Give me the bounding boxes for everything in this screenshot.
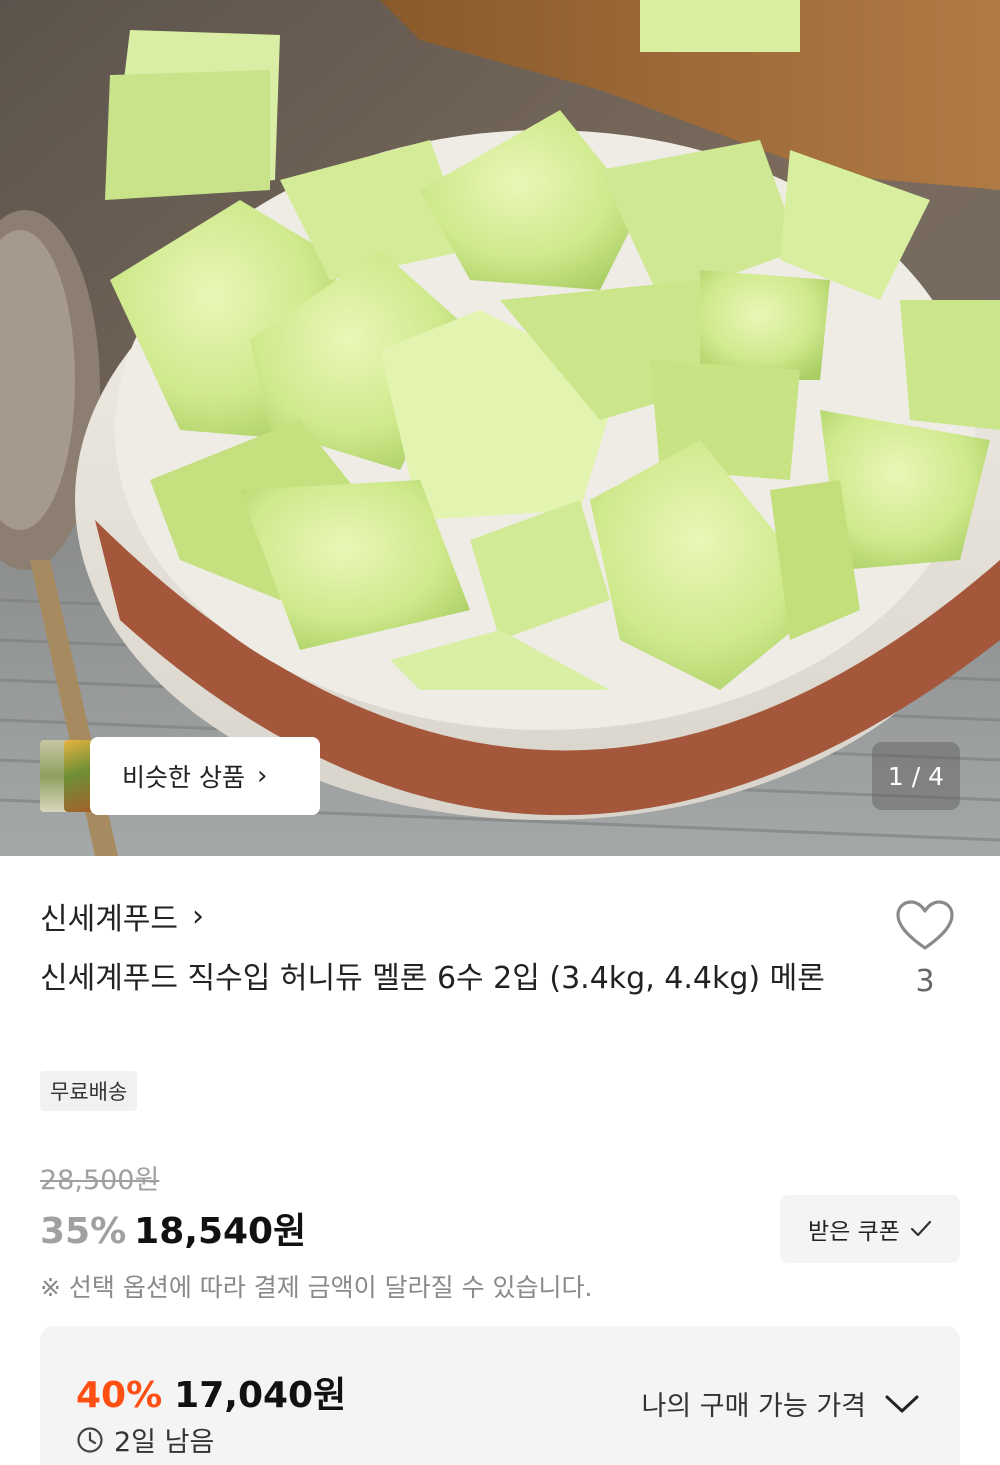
original-price: 28,500원 (40, 1165, 160, 1196)
my-discount-rate: 40% (76, 1375, 163, 1416)
sale-price-row: 35% 18,540원 (40, 1202, 306, 1254)
check-icon (910, 1220, 932, 1237)
remaining-time: 2일 남음 (76, 1420, 214, 1459)
like-count: 3 (915, 964, 935, 999)
my-price-toggle[interactable]: 나의 구매 가능 가격 (642, 1384, 920, 1423)
coupon-label: 받은 쿠폰 (808, 1219, 900, 1245)
product-photo (0, 0, 1000, 856)
seller-name: 신세계푸드 (40, 902, 178, 937)
my-price-row: 40% 17,040원 (76, 1366, 346, 1418)
like-button[interactable]: 3 (894, 900, 956, 999)
chevron-right-icon: › (192, 898, 204, 934)
my-price-panel[interactable]: 40% 17,040원 2일 남음 나의 구매 가능 가격 (40, 1326, 960, 1465)
my-price-toggle-label: 나의 구매 가능 가격 (641, 1391, 866, 1422)
remaining-label: 2일 남음 (114, 1427, 215, 1458)
similar-products-button[interactable]: 비슷한 상품 › (40, 737, 320, 815)
seller-link[interactable]: 신세계푸드 › (40, 894, 204, 938)
similar-products-label-box[interactable]: 비슷한 상품 › (90, 737, 320, 815)
product-title: 신세계푸드 직수입 허니듀 멜론 6수 2입 (3.4kg, 4.4kg) 메론 (40, 961, 825, 996)
product-image-carousel[interactable]: 비슷한 상품 › 1 / 4 (0, 0, 1000, 856)
chevron-right-icon: › (256, 761, 268, 791)
chevron-down-icon (885, 1395, 919, 1412)
my-price: 17,040원 (174, 1375, 347, 1416)
price-notice: ※ 선택 옵션에 따라 결제 금액이 달라질 수 있습니다. (40, 1273, 593, 1302)
similar-products-label: 비슷한 상품 (122, 763, 245, 792)
product-info: 신세계푸드 › 신세계푸드 직수입 허니듀 멜론 6수 2입 (3.4kg, 4… (0, 856, 1000, 1465)
heart-icon (896, 900, 954, 950)
sale-price: 18,540원 (134, 1211, 307, 1252)
free-shipping-badge: 무료배송 (40, 1071, 138, 1111)
clock-icon (77, 1426, 103, 1453)
image-page-counter: 1 / 4 (872, 742, 960, 810)
discount-rate: 35% (40, 1211, 127, 1252)
received-coupon-button[interactable]: 받은 쿠폰 (780, 1195, 960, 1263)
